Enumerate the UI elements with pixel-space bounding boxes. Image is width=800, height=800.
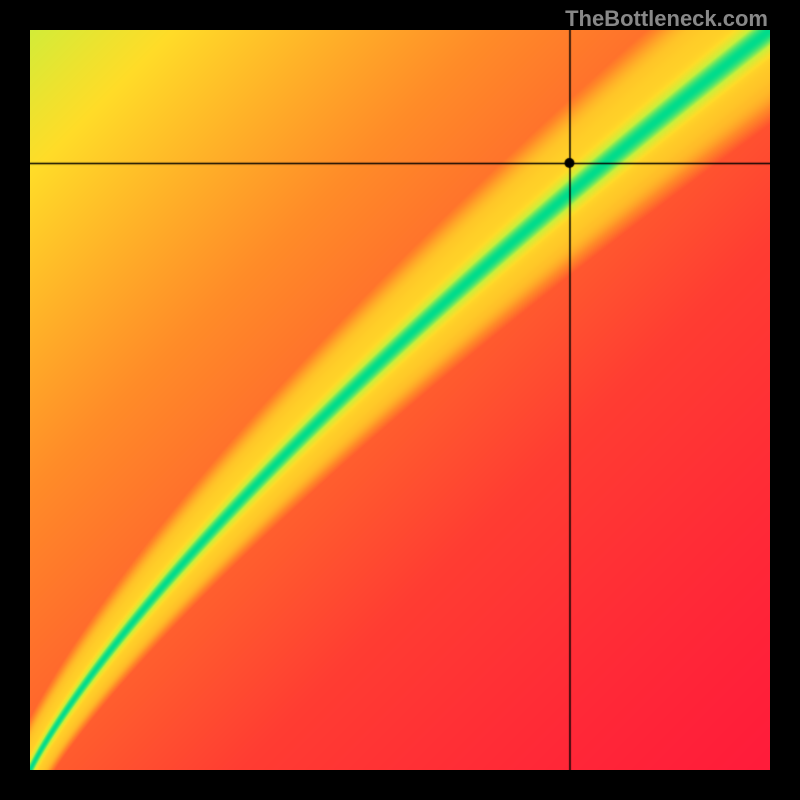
heatmap-chart [30, 30, 770, 770]
watermark-text: TheBottleneck.com [565, 6, 768, 32]
crosshair-overlay [30, 30, 770, 770]
